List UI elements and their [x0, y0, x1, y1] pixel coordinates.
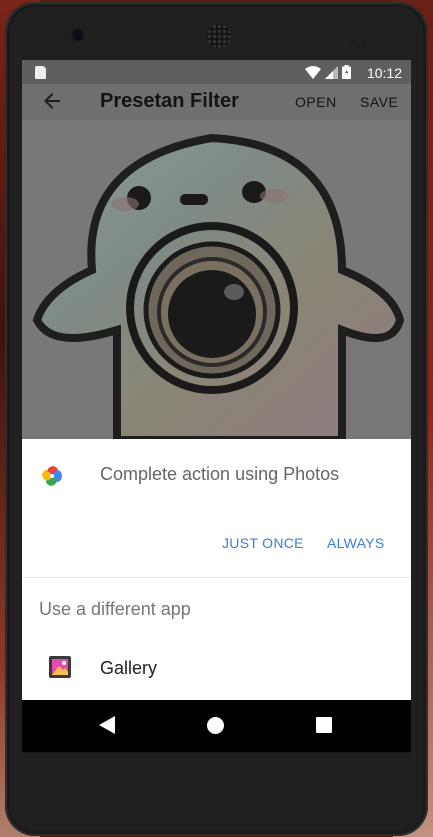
save-button[interactable]: SAVE — [360, 94, 398, 110]
navigation-bar — [22, 700, 411, 752]
chooser-title: Complete action using Photos — [100, 464, 340, 484]
app-chooser-sheet: Complete action using Photos JUST ONCE A… — [22, 439, 411, 700]
nav-back-icon[interactable] — [99, 716, 115, 734]
device-screen: 10:12 Presetan Filter OPEN SAVE Complete… — [22, 60, 411, 752]
different-app-label: Use a different app — [39, 599, 191, 619]
front-camera — [73, 30, 83, 40]
earpiece-speaker — [207, 24, 231, 48]
proximity-sensor — [350, 32, 376, 45]
open-button[interactable]: OPEN — [295, 94, 337, 110]
app-option-gallery[interactable]: Gallery — [22, 644, 411, 694]
status-icons — [305, 65, 351, 79]
page-title: Presetan Filter — [100, 90, 239, 112]
sd-card-icon — [35, 66, 46, 79]
just-once-button[interactable]: JUST ONCE — [222, 535, 304, 551]
nav-recents-icon[interactable] — [316, 717, 332, 733]
divider — [22, 577, 411, 578]
status-time: 10:12 — [366, 65, 402, 81]
status-bar: 10:12 — [22, 60, 411, 84]
app-option-label: Gallery — [100, 658, 158, 678]
preview-image — [22, 120, 411, 440]
wifi-icon — [305, 65, 321, 79]
back-arrow-icon[interactable] — [40, 89, 64, 113]
google-photos-icon — [42, 466, 62, 486]
gallery-icon — [49, 656, 71, 678]
app-toolbar: Presetan Filter OPEN SAVE — [22, 84, 411, 120]
battery-icon — [342, 65, 351, 79]
nav-home-icon[interactable] — [207, 717, 224, 734]
ghost-camera-illustration — [32, 133, 405, 440]
phone-chin — [22, 752, 411, 754]
cell-signal-icon — [325, 65, 338, 79]
always-button[interactable]: ALWAYS — [327, 535, 385, 551]
